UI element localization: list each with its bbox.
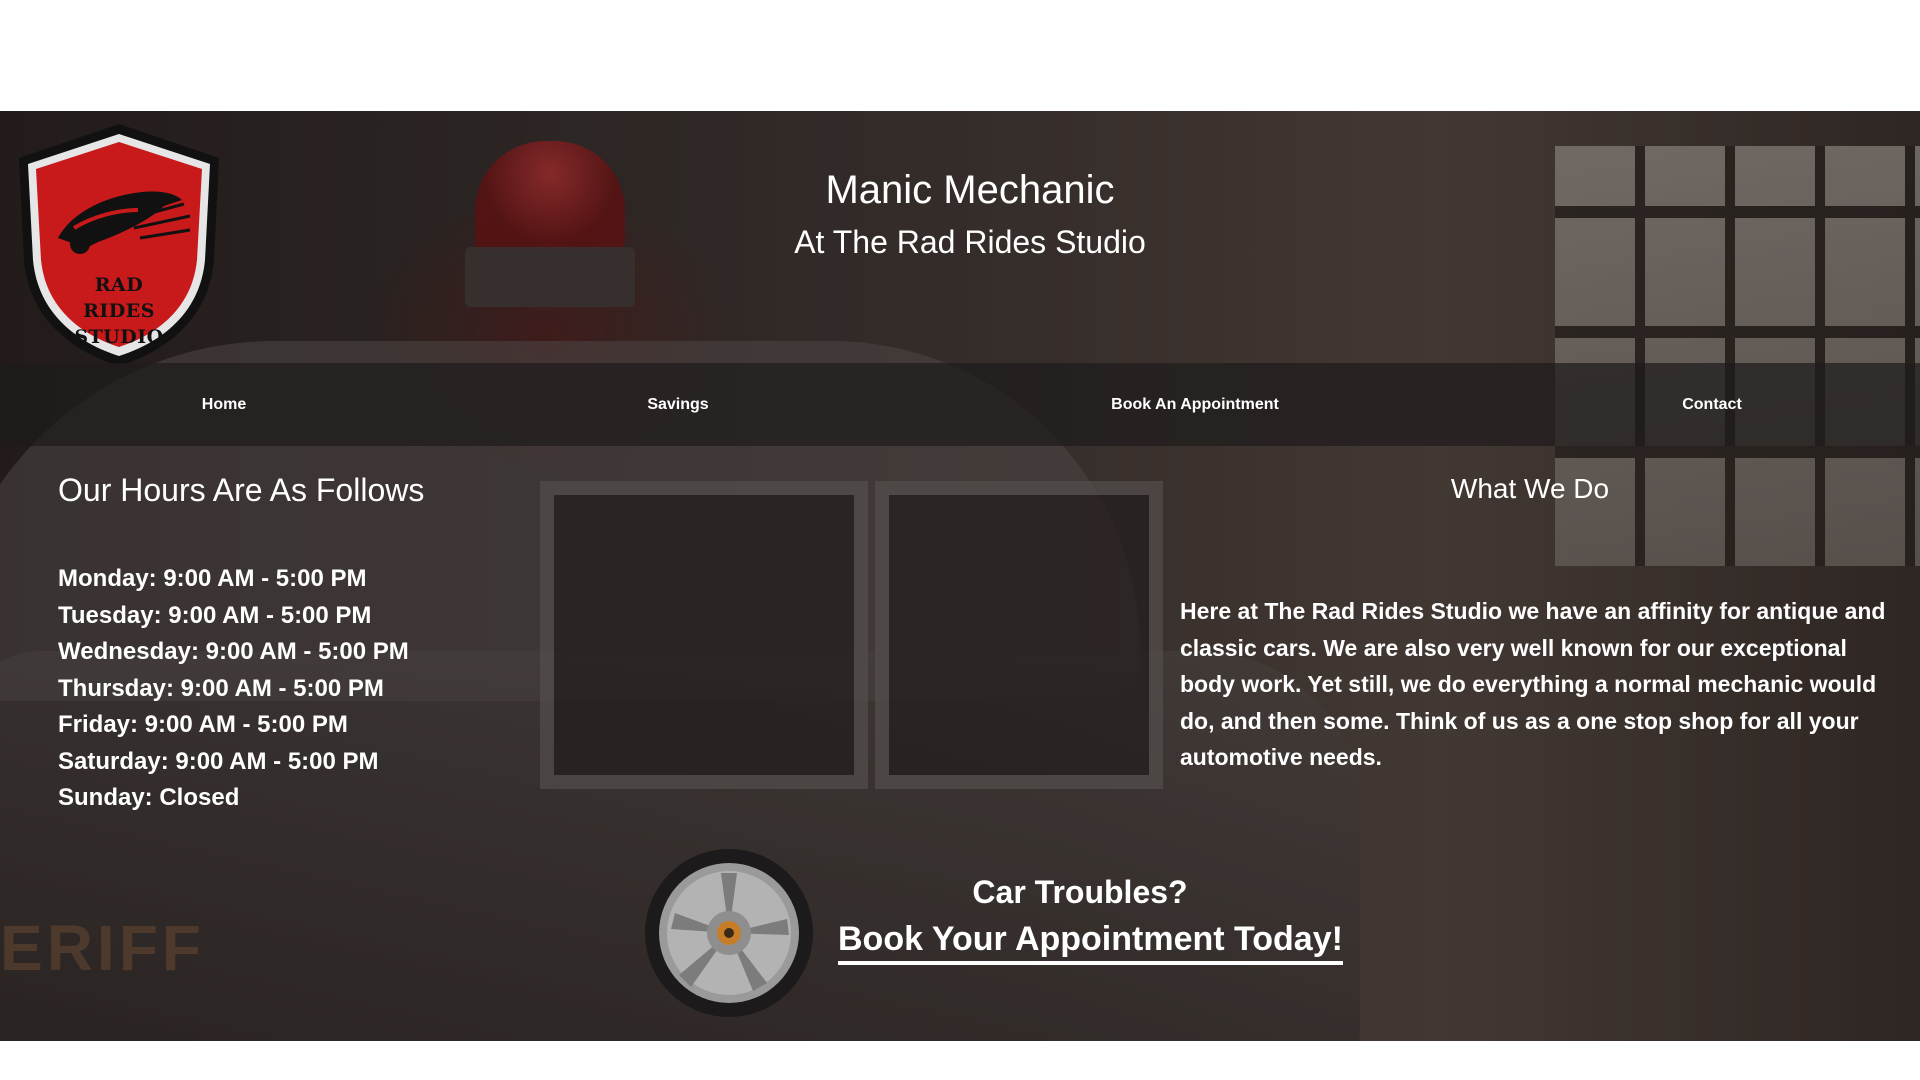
nav-home-link[interactable]: Home xyxy=(202,363,246,446)
site-subtitle: At The Rad Rides Studio xyxy=(794,224,1146,260)
hours-heading: Our Hours Are As Follows xyxy=(58,472,425,508)
logo-text-line1: RAD RIDES xyxy=(83,274,155,322)
main-nav: Home Savings Book An Appointment Contact xyxy=(0,363,1920,446)
wheel-icon xyxy=(643,847,815,1019)
hours-item: Monday: 9:00 AM - 5:00 PM xyxy=(58,565,367,592)
hours-item: Wednesday: 9:00 AM - 5:00 PM xyxy=(58,638,409,665)
cta-title: Car Troubles? xyxy=(972,874,1188,910)
site-title: Manic Mechanic xyxy=(825,168,1115,212)
nav-book-appointment-link[interactable]: Book An Appointment xyxy=(1111,363,1279,446)
book-appointment-cta-link[interactable]: Book Your Appointment Today! xyxy=(838,920,1343,965)
hours-item: Friday: 9:00 AM - 5:00 PM xyxy=(58,711,348,738)
hours-item: Saturday: 9:00 AM - 5:00 PM xyxy=(58,747,379,775)
logo-text-line2: STUDIO xyxy=(74,326,164,348)
nav-contact-link[interactable]: Contact xyxy=(1682,363,1742,446)
hours-item: Sunday: Closed xyxy=(58,784,240,811)
site-logo[interactable]: RAD RIDES STUDIO xyxy=(14,120,224,370)
hours-item: Thursday: 9:00 AM - 5:00 PM xyxy=(58,674,384,702)
hours-list: Monday: 9:00 AM - 5:00 PM Tuesday: 9:00 … xyxy=(58,561,409,817)
what-we-do-body: Here at The Rad Rides Studio we have an … xyxy=(1180,598,1886,770)
what-we-do-heading: What We Do xyxy=(1450,473,1610,504)
nav-savings-link[interactable]: Savings xyxy=(647,363,708,446)
hours-item: Tuesday: 9:00 AM - 5:00 PM xyxy=(58,601,372,629)
